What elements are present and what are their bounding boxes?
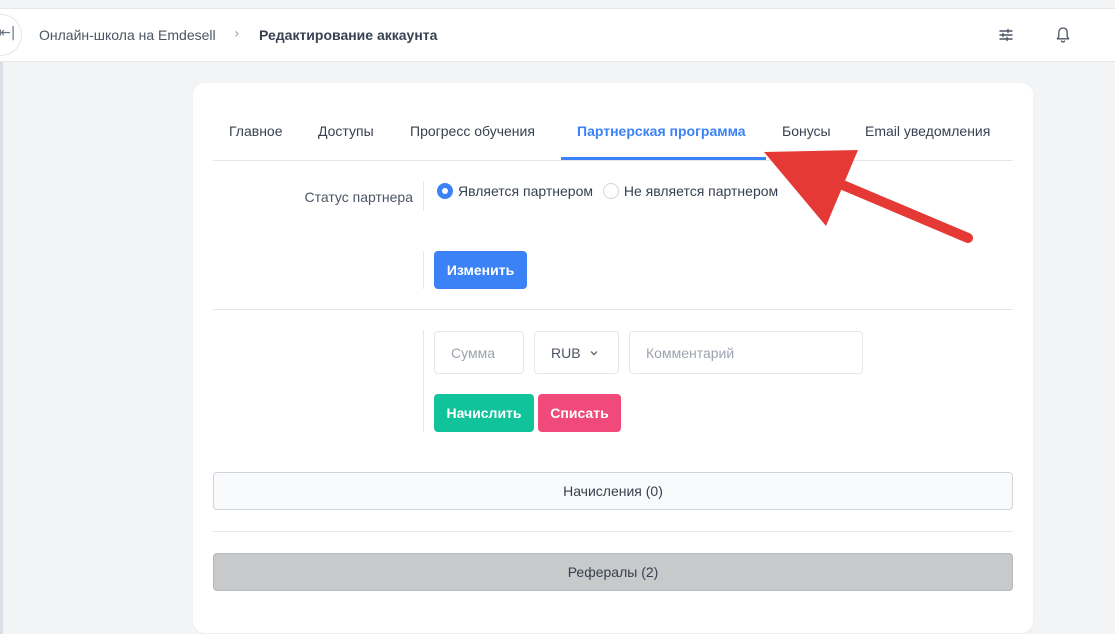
radio-not-partner-label: Не является партнером (623, 183, 779, 199)
accruals-section-toggle[interactable]: Начисления (0) (213, 472, 1013, 510)
amount-input[interactable] (434, 331, 524, 374)
partner-status-radio-group: Является партнером Не является партнером (437, 183, 784, 202)
form-divider (423, 330, 424, 432)
top-header: ⇤| Онлайн-школа на Emdesell › Редактиров… (0, 9, 1115, 62)
comment-input[interactable] (629, 331, 863, 374)
tab-partner-program[interactable]: Партнерская программа (577, 123, 746, 139)
currency-value: RUB (551, 344, 581, 361)
radio-is-partner[interactable]: Является партнером (437, 183, 593, 199)
form-divider (423, 251, 424, 289)
user-avatar[interactable] (1106, 26, 1115, 44)
sidebar-collapse-button[interactable]: ⇤| (0, 14, 22, 56)
radio-unchecked-icon[interactable] (602, 183, 619, 199)
tab-progress[interactable]: Прогресс обучения (410, 123, 535, 139)
tab-email-notifications[interactable]: Email уведомления (865, 123, 990, 139)
debit-button[interactable]: Списать (538, 394, 621, 432)
radio-checked-icon[interactable] (437, 183, 453, 199)
sidebar-edge (0, 62, 3, 634)
referrals-section-toggle[interactable]: Рефералы (2) (213, 553, 1013, 591)
tab-access[interactable]: Доступы (318, 123, 374, 139)
collapse-icon: ⇤| (0, 25, 16, 41)
active-tab-indicator (561, 157, 766, 160)
radio-not-partner[interactable]: Не является партнером (602, 183, 779, 199)
radio-is-partner-label: Является партнером (458, 183, 593, 199)
breadcrumb-root[interactable]: Онлайн-школа на Emdesell (39, 27, 216, 43)
form-divider (423, 181, 424, 211)
breadcrumb-separator-icon: › (234, 26, 240, 42)
chevron-down-icon (590, 350, 597, 355)
breadcrumb-current: Редактирование аккаунта (259, 27, 438, 43)
bell-icon[interactable] (1052, 24, 1074, 46)
window-top-strip (0, 0, 1115, 9)
tab-main[interactable]: Главное (229, 123, 283, 139)
annotation-arrow-icon (764, 150, 973, 243)
change-status-button[interactable]: Изменить (434, 251, 527, 289)
tab-bonuses[interactable]: Бонусы (782, 123, 831, 139)
section-divider (213, 531, 1013, 532)
partner-status-label: Статус партнера (304, 189, 414, 205)
currency-select[interactable]: RUB (534, 331, 619, 374)
section-divider (213, 309, 1013, 310)
sliders-icon[interactable] (995, 24, 1017, 46)
credit-button[interactable]: Начислить (434, 394, 534, 432)
